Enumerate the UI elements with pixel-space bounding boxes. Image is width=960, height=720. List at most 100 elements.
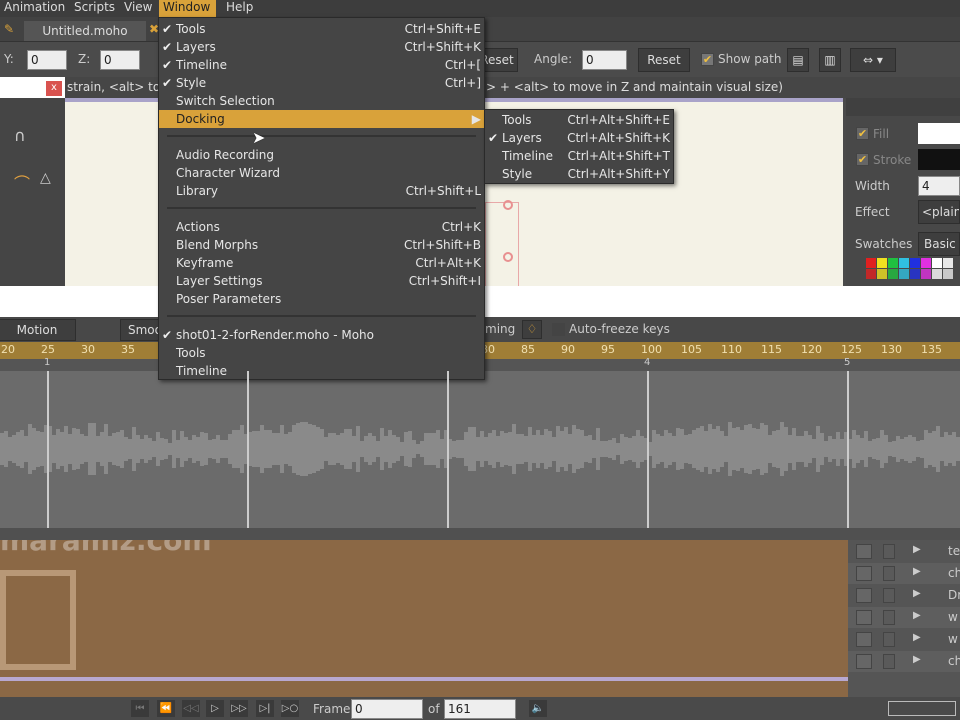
key-icon[interactable]: ♢: [522, 320, 542, 339]
expand-icon[interactable]: ▶: [913, 632, 921, 643]
close-button[interactable]: x: [46, 81, 62, 96]
menu-item-style[interactable]: ✔ Style Ctrl+]: [159, 74, 484, 92]
menu-animation[interactable]: Animation: [0, 0, 69, 17]
docking-item-style[interactable]: Style Ctrl+Alt+Shift+Y: [485, 165, 673, 183]
motion-graph-tab[interactable]: Motion Graph: [0, 319, 76, 357]
reset-angle-button[interactable]: Reset: [638, 48, 690, 72]
effect-dropdown[interactable]: <plain>: [918, 200, 960, 224]
menu-item-shot01-2-forrender-moho-moho[interactable]: ✔ shot01-2-forRender.moho - Moho: [159, 326, 484, 344]
menu-window[interactable]: Window: [159, 0, 216, 17]
auto-freeze-checkbox[interactable]: [552, 323, 565, 336]
layout-switcher-icon[interactable]: [888, 701, 956, 716]
visibility-toggle[interactable]: [856, 566, 872, 581]
menu-item-library[interactable]: Library Ctrl+Shift+L: [159, 182, 484, 200]
color-swatch[interactable]: [888, 269, 898, 279]
scene-preview[interactable]: maramiz.com: [0, 540, 848, 697]
fill-color-swatch[interactable]: [918, 123, 960, 144]
last-frame-icon[interactable]: ▷|: [256, 700, 274, 717]
z-input[interactable]: 0: [100, 50, 140, 70]
layer-row[interactable]: ▶ ch: [848, 563, 960, 584]
docking-item-tools[interactable]: Tools Ctrl+Alt+Shift+E: [485, 111, 673, 129]
lock-toggle[interactable]: [883, 610, 895, 625]
angle-input[interactable]: 0: [582, 50, 627, 70]
stroke-color-swatch[interactable]: [918, 149, 960, 170]
lock-toggle[interactable]: [883, 632, 895, 647]
docking-item-layers[interactable]: ✔ Layers Ctrl+Alt+Shift+K: [485, 129, 673, 147]
fill-checkbox[interactable]: ✔: [856, 127, 869, 140]
align-dropdown-icon[interactable]: ⇔ ▾: [850, 48, 896, 72]
visibility-toggle[interactable]: [856, 544, 872, 559]
color-swatch[interactable]: [866, 269, 876, 279]
flip-horizontal-icon[interactable]: ▤: [787, 48, 809, 72]
layer-row[interactable]: ▶ Dr: [848, 585, 960, 606]
curve-tool-icon[interactable]: ∩: [14, 126, 26, 145]
lock-toggle[interactable]: [883, 544, 895, 559]
color-swatch[interactable]: [888, 258, 898, 268]
color-swatch[interactable]: [877, 258, 887, 268]
menu-item-timeline[interactable]: Timeline: [159, 362, 484, 380]
visibility-toggle[interactable]: [856, 588, 872, 603]
color-swatch[interactable]: [899, 258, 909, 268]
layer-row[interactable]: ▶ te: [848, 541, 960, 562]
visibility-toggle[interactable]: [856, 610, 872, 625]
menu-item-timeline[interactable]: ✔ Timeline Ctrl+[: [159, 56, 484, 74]
menu-item-actions[interactable]: Actions Ctrl+K: [159, 218, 484, 236]
expand-icon[interactable]: ▶: [913, 544, 921, 555]
menu-item-layer-settings[interactable]: Layer Settings Ctrl+Shift+I: [159, 272, 484, 290]
menu-scripts[interactable]: Scripts: [70, 0, 119, 17]
menu-item-layers[interactable]: ✔ Layers Ctrl+Shift+K: [159, 38, 484, 56]
menu-item-audio-recording[interactable]: Audio Recording: [159, 146, 484, 164]
lock-toggle[interactable]: [883, 566, 895, 581]
first-frame-icon[interactable]: ⏮: [131, 700, 149, 717]
show-path-checkbox[interactable]: ✔: [701, 53, 714, 66]
menu-view[interactable]: View: [120, 0, 156, 17]
visibility-toggle[interactable]: [856, 654, 872, 669]
width-input[interactable]: 4: [918, 176, 960, 196]
arc-tool-icon[interactable]: ⌒: [14, 170, 30, 194]
step-forward-icon[interactable]: ▷▷: [230, 700, 248, 717]
color-swatch[interactable]: [877, 269, 887, 279]
total-frames-input[interactable]: 161: [444, 699, 516, 719]
expand-icon[interactable]: ▶: [913, 566, 921, 577]
volume-icon[interactable]: 🔈: [529, 700, 547, 717]
menu-item-tools[interactable]: Tools: [159, 344, 484, 362]
stroke-checkbox[interactable]: ✔: [856, 153, 869, 166]
frame-input[interactable]: 0: [351, 699, 423, 719]
menu-item-keyframe[interactable]: Keyframe Ctrl+Alt+K: [159, 254, 484, 272]
expand-icon[interactable]: ▶: [913, 610, 921, 621]
audio-waveform[interactable]: [0, 371, 960, 528]
tab-untitled[interactable]: Untitled.moho: [24, 21, 146, 41]
docking-item-timeline[interactable]: Timeline Ctrl+Alt+Shift+T: [485, 147, 673, 165]
visibility-toggle[interactable]: [856, 632, 872, 647]
menu-item-blend-morphs[interactable]: Blend Morphs Ctrl+Shift+B: [159, 236, 484, 254]
menu-item-docking[interactable]: Docking ▶: [159, 110, 484, 128]
menu-item-tools[interactable]: ✔ Tools Ctrl+Shift+E: [159, 20, 484, 38]
expand-icon[interactable]: ▶: [913, 588, 921, 599]
menu-help[interactable]: Help: [222, 0, 257, 17]
color-swatch[interactable]: [932, 269, 942, 279]
y-input[interactable]: 0: [27, 50, 67, 70]
expand-icon[interactable]: ▶: [913, 654, 921, 665]
lock-toggle[interactable]: [883, 588, 895, 603]
layer-row[interactable]: ▶ w: [848, 607, 960, 628]
color-swatch[interactable]: [899, 269, 909, 279]
step-back-icon[interactable]: ◁◁: [182, 700, 200, 717]
color-swatch[interactable]: [943, 269, 953, 279]
color-swatch[interactable]: [866, 258, 876, 268]
play-icon[interactable]: ▷: [206, 700, 224, 717]
triangle-tool-icon[interactable]: △: [40, 170, 51, 186]
color-swatch[interactable]: [921, 258, 931, 268]
color-swatch[interactable]: [921, 269, 931, 279]
menu-item-character-wizard[interactable]: Character Wizard: [159, 164, 484, 182]
control-point[interactable]: [503, 200, 513, 210]
color-swatch[interactable]: [910, 258, 920, 268]
layer-row[interactable]: ▶ w: [848, 629, 960, 650]
control-point[interactable]: [503, 252, 513, 262]
menu-item-poser-parameters[interactable]: Poser Parameters: [159, 290, 484, 308]
menu-item-switch-selection[interactable]: Switch Selection: [159, 92, 484, 110]
color-swatch[interactable]: [910, 269, 920, 279]
swatches-dropdown[interactable]: Basic C: [918, 232, 960, 256]
color-swatch[interactable]: [943, 258, 953, 268]
layer-row[interactable]: ▶ ch: [848, 651, 960, 672]
previous-key-icon[interactable]: ⏪: [157, 700, 175, 717]
